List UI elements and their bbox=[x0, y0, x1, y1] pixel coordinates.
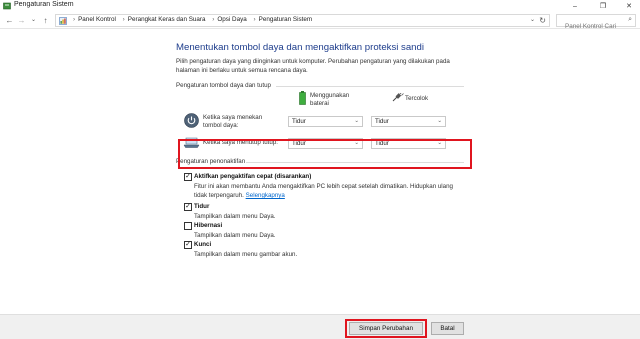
address-bar: ← → ⌄ ↑ › Panel Kontrol › Perangkat Keras … bbox=[0, 13, 640, 32]
power-button-plugged-select[interactable]: Tidur ⌄ bbox=[371, 116, 446, 127]
select-value: Tidur bbox=[375, 118, 389, 125]
power-button-icon bbox=[184, 113, 199, 128]
select-value: Tidur bbox=[292, 118, 306, 125]
search-box[interactable]: ⌕ bbox=[556, 14, 636, 32]
fast-startup-label[interactable]: Aktifkan pengaktifan cepat (disarankan) bbox=[194, 173, 311, 180]
search-icon[interactable]: ⌕ bbox=[628, 16, 632, 24]
hibernate-label[interactable]: Hibernasi bbox=[194, 222, 222, 229]
fast-startup-desc-text: Fitur ini akan membantu Anda mengaktifka… bbox=[194, 183, 453, 199]
control-panel-icon bbox=[59, 17, 67, 25]
chevron-down-icon: ⌄ bbox=[437, 118, 442, 124]
section-heading-power: Pengaturan tombol daya dan tutup bbox=[176, 82, 271, 89]
plug-icon bbox=[392, 93, 404, 102]
back-button[interactable]: ← bbox=[4, 15, 15, 26]
footer-bar: Simpan Perubahan Batal bbox=[0, 314, 640, 339]
lock-description: Tampilkan dalam menu gambar akun. bbox=[194, 251, 298, 258]
recent-locations-button[interactable]: ⌄ bbox=[28, 15, 39, 26]
power-button-battery-select[interactable]: Tidur ⌄ bbox=[288, 116, 363, 127]
sleep-checkbox[interactable]: ✓ bbox=[184, 203, 192, 211]
breadcrumb-item[interactable]: Opsi Daya bbox=[217, 16, 246, 23]
page-title: Menentukan tombol daya dan mengaktifkan … bbox=[176, 42, 424, 53]
fast-startup-description: Fitur ini akan membantu Anda mengaktifka… bbox=[194, 182, 464, 200]
breadcrumb-item[interactable]: Pengaturan Sistem bbox=[259, 16, 313, 23]
section-divider bbox=[276, 86, 464, 87]
maximize-button[interactable]: ❐ bbox=[592, 0, 614, 13]
minimize-button[interactable]: – bbox=[564, 0, 586, 13]
save-button[interactable]: Simpan Perubahan bbox=[349, 322, 423, 335]
refresh-icon[interactable]: ↻ bbox=[539, 15, 546, 26]
sleep-label[interactable]: Tidur bbox=[194, 203, 209, 210]
breadcrumb-separator: › bbox=[253, 16, 256, 23]
column-plugged: Tercolok bbox=[405, 95, 429, 102]
fast-startup-highlight bbox=[178, 139, 472, 169]
cancel-button[interactable]: Batal bbox=[431, 322, 464, 335]
hibernate-checkbox[interactable] bbox=[184, 222, 192, 230]
hibernate-description: Tampilkan dalam menu Daya. bbox=[194, 232, 276, 239]
learn-more-link[interactable]: Selengkapnya bbox=[246, 192, 285, 199]
sleep-description: Tampilkan dalam menu Daya. bbox=[194, 213, 276, 220]
breadcrumb-item[interactable]: Perangkat Keras dan Suara bbox=[128, 16, 206, 23]
breadcrumb-item[interactable]: Panel Kontrol bbox=[78, 16, 116, 23]
title-bar: Pengaturan Sistem – ❐ ✕ bbox=[0, 0, 640, 13]
address-dropdown-icon[interactable]: ⌄ bbox=[530, 15, 535, 26]
window-title: Pengaturan Sistem bbox=[14, 1, 74, 8]
breadcrumb-separator: › bbox=[73, 16, 76, 23]
breadcrumb-separator: › bbox=[212, 16, 215, 23]
battery-icon bbox=[299, 91, 306, 105]
power-options-icon bbox=[3, 2, 11, 10]
lock-label[interactable]: Kunci bbox=[194, 241, 211, 248]
breadcrumb-separator: › bbox=[122, 16, 125, 23]
page-description: Pilih pengaturan daya yang diinginkan un… bbox=[176, 58, 450, 74]
lock-checkbox[interactable]: ✓ bbox=[184, 241, 192, 249]
close-button[interactable]: ✕ bbox=[618, 0, 640, 13]
breadcrumb[interactable]: › Panel Kontrol › Perangkat Keras dan Suar… bbox=[55, 14, 550, 27]
up-button[interactable]: ↑ bbox=[40, 15, 51, 26]
column-battery: Menggunakan baterai bbox=[310, 92, 350, 107]
forward-button[interactable]: → bbox=[16, 15, 27, 26]
row-label-power-button: Ketika saya menekan tombol daya: bbox=[203, 114, 263, 129]
chevron-down-icon: ⌄ bbox=[354, 118, 359, 124]
fast-startup-checkbox[interactable]: ✓ bbox=[184, 173, 192, 181]
main-content: Menentukan tombol daya dan mengaktifkan … bbox=[0, 29, 640, 314]
